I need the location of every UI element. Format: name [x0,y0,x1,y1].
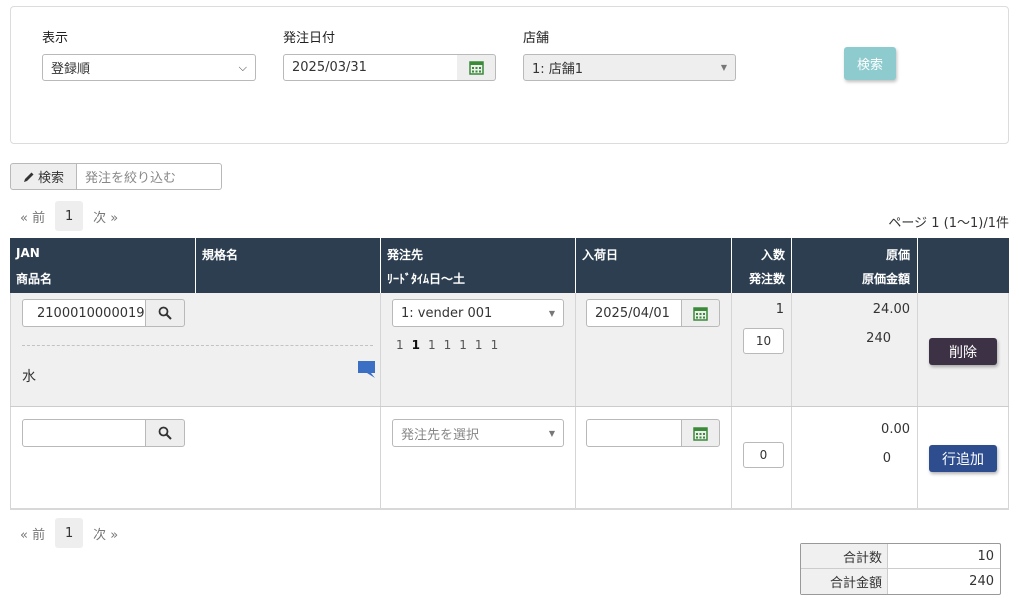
page-info: ページ 1 (1〜1)/1件 [888,216,1009,231]
header-spec-name: 規格名 [202,248,239,262]
chevron-down-icon: ⌵ [238,60,247,74]
comment-icon[interactable] [358,361,375,378]
delete-button[interactable]: 削除 [929,338,997,365]
header-supplier: 発注先 [387,248,424,262]
table-row: 2100010000019 水 1: vender 001 ▼ 1 1 1 1 … [10,293,1009,407]
lead-time-day: 1 [474,338,483,352]
store-select-value: 1: 店舗1 [532,62,584,77]
order-date-calendar-button[interactable] [457,54,496,81]
display-label: 表示 [42,31,69,46]
product-name: 水 [22,369,36,385]
add-row-button[interactable]: 行追加 [929,445,997,472]
order-date-input[interactable]: 2025/03/31 [283,54,458,81]
caret-down-icon: ▼ [720,63,727,72]
header-arrival-date: 入荷日 [582,248,619,262]
lead-time-day: 1 [490,338,499,352]
header-action-cell [918,238,1009,293]
filter-input[interactable]: 発注を絞り込む [76,163,222,190]
calendar-icon [693,306,708,321]
filter-button[interactable]: 検索 [10,163,77,190]
pager-next[interactable]: 次 » [83,207,128,226]
total-qty-value: 10 [977,548,994,564]
display-select-value: 登録順 [51,62,91,77]
header-qty-cell: 入数 発注数 [732,238,792,293]
cost: 0.00 [881,422,910,437]
supplier-select-value: 1: vender 001 [401,305,493,321]
pager-current[interactable]: 1 [55,201,84,231]
arrival-date-calendar-button[interactable] [681,299,720,327]
lead-time-days: 1 1 1 1 1 1 1 [396,338,498,352]
store-label: 店舗 [523,31,550,46]
lead-time-day: 1 [411,338,420,352]
total-qty-row: 合計数 10 [801,544,1000,569]
supplier-select-placeholder: 発注先を選択 [401,427,480,443]
pager-prev[interactable]: « 前 [10,207,55,226]
pack-qty: 1 [775,302,784,317]
header-pack-qty: 入数 [760,248,785,262]
lead-time-day: 1 [443,338,452,352]
search-icon [158,306,172,320]
jan-search-button[interactable] [145,419,185,447]
arrival-date-input[interactable] [586,419,682,447]
arrival-date-input[interactable]: 2025/04/01 [586,299,682,327]
table-row: 発注先を選択 ▼ 0 0.00 0 行追加 [10,407,1009,510]
header-jan: JAN [16,246,40,260]
supplier-select[interactable]: 発注先を選択 ▼ [392,419,564,447]
order-qty-input[interactable]: 10 [743,328,784,354]
total-amount-row: 合計金額 240 [801,569,1000,594]
filter-button-label: 検索 [37,171,64,186]
total-amount-label: 合計金額 [801,569,888,594]
header-arrival-cell: 入荷日 [576,238,732,293]
search-icon [158,426,172,440]
header-spec-cell: 規格名 [196,238,381,293]
pager-prev[interactable]: « 前 [10,524,55,543]
cost-amount: 240 [866,331,891,346]
arrival-date-calendar-button[interactable] [681,419,720,447]
lead-time-day: 1 [459,338,467,352]
supplier-select[interactable]: 1: vender 001 ▼ [392,299,564,327]
store-select[interactable]: 1: 店舗1 ▼ [523,54,736,81]
header-jan-cell: JAN 商品名 [10,238,196,293]
pencil-icon [23,172,34,182]
pager-current[interactable]: 1 [55,518,84,548]
table-header: JAN 商品名 規格名 発注先 ﾘｰﾄﾞﾀｲﾑ日〜土 入荷日 入数 発注数 原価… [10,238,1009,293]
lead-time-day: 1 [428,338,436,352]
pagination-top: « 前 1 次 » [10,201,128,231]
jan-search-button[interactable] [145,299,185,327]
header-product-name: 商品名 [16,272,53,286]
totals-table: 合計数 10 合計金額 240 [800,543,1001,595]
jan-input[interactable] [22,419,146,447]
pager-next[interactable]: 次 » [83,524,128,543]
total-qty-label: 合計数 [801,544,888,568]
caret-down-icon: ▼ [548,428,555,438]
order-date-label: 発注日付 [283,31,336,46]
header-cost-cell: 原価 原価金額 [792,238,918,293]
lead-time-day: 1 [396,338,404,352]
header-cost-amount: 原価金額 [861,272,910,286]
jan-input[interactable]: 2100010000019 [22,299,146,327]
cost: 24.00 [872,302,910,317]
caret-down-icon: ▼ [548,308,555,318]
total-amount-value: 240 [969,574,994,589]
order-qty-input[interactable]: 0 [743,442,784,468]
header-cost: 原価 [885,248,910,262]
calendar-icon [468,61,484,75]
display-select[interactable]: 登録順 ⌵ [42,54,256,81]
header-order-qty: 発注数 [748,272,785,286]
cost-amount: 0 [882,451,891,466]
calendar-icon [693,426,708,441]
header-lead-time: ﾘｰﾄﾞﾀｲﾑ日〜土 [387,272,466,286]
search-button[interactable]: 検索 [844,47,896,80]
pagination-bottom: « 前 1 次 » [10,518,128,548]
header-supplier-cell: 発注先 ﾘｰﾄﾞﾀｲﾑ日〜土 [381,238,576,293]
